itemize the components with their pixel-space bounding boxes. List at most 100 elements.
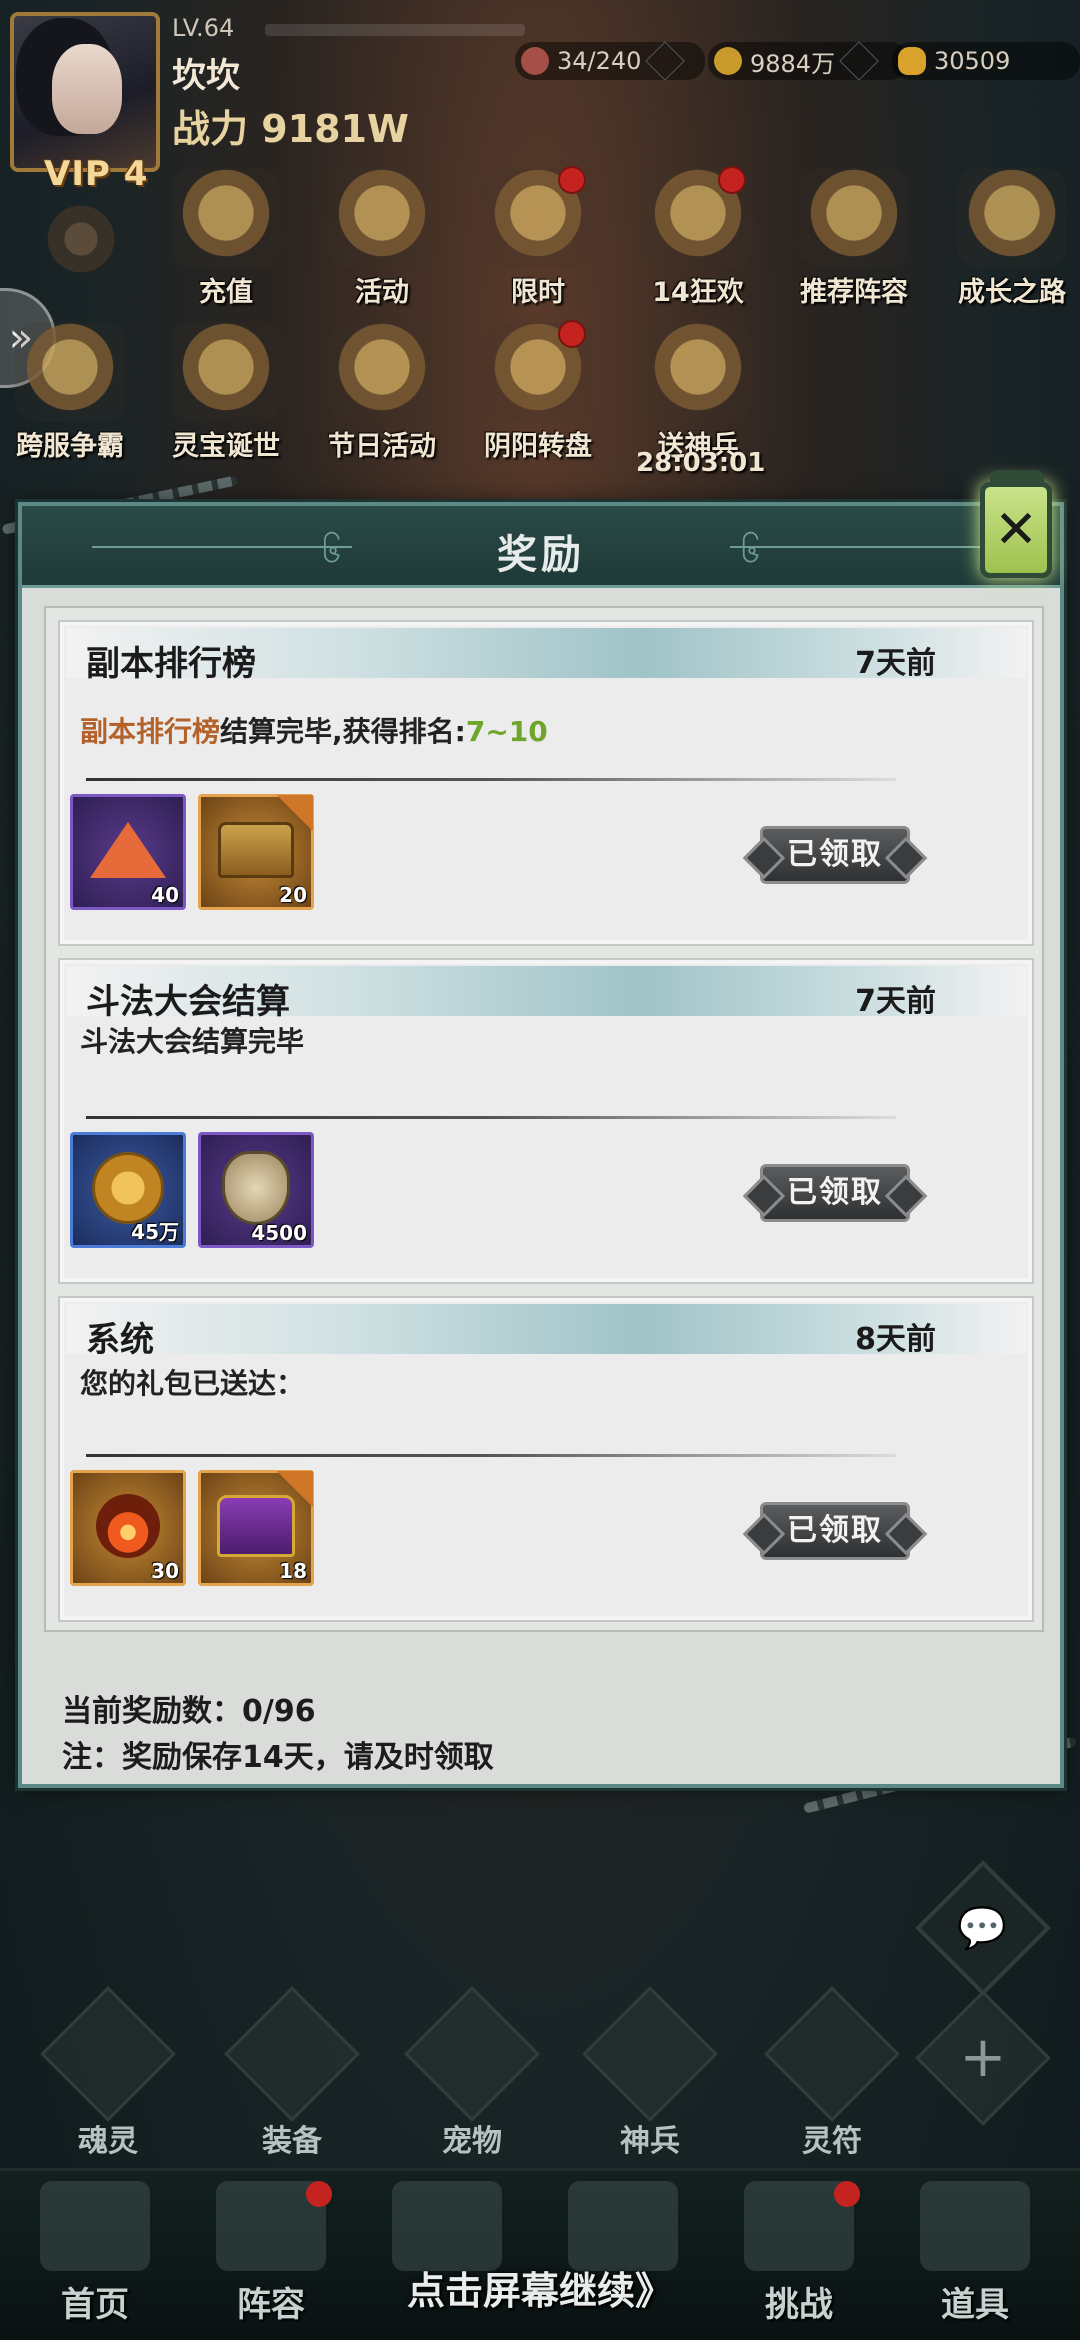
reward-item[interactable]: 4500 xyxy=(198,1132,314,1248)
soul-icon xyxy=(40,1986,176,2122)
item-count: 45万 xyxy=(131,1220,179,1244)
reward-time: 7天前 xyxy=(855,646,936,681)
func-equipment[interactable]: 装备 xyxy=(222,1986,362,2159)
activity-label: 阴阳转盘 xyxy=(484,431,592,462)
claimed-button[interactable]: 已领取 xyxy=(760,826,910,884)
player-name: 坎坎 xyxy=(172,56,240,96)
activity-label: 充值 xyxy=(199,277,253,308)
festival-icon xyxy=(327,322,437,422)
equipment-icon xyxy=(224,1986,360,2122)
more-button[interactable]: + xyxy=(915,1990,1051,2126)
activity-event[interactable]: 活动 xyxy=(312,168,452,318)
reward-card: 副本排行榜 7天前 副本排行榜结算完毕,获得排名:7~10 40 20 已领取 xyxy=(58,620,1034,946)
notification-badge xyxy=(834,2181,860,2207)
activity-label: 跨服争霸 xyxy=(16,431,124,462)
dialog-header: ၆ 奖励 ၆ xyxy=(22,506,1060,588)
item-count: 40 xyxy=(151,883,179,907)
copper-value: 9884万 xyxy=(750,49,836,78)
message-highlight: 副本排行榜 xyxy=(80,715,221,748)
reward-list[interactable]: 副本排行榜 7天前 副本排行榜结算完毕,获得排名:7~10 40 20 已领取 … xyxy=(44,606,1044,1632)
gold-ingot-icon xyxy=(898,47,926,75)
activity-cross-server[interactable]: 跨服争霸 xyxy=(0,322,140,472)
sword-icon xyxy=(582,1986,718,2122)
swirl-ornament-icon: ၆ xyxy=(740,531,760,571)
activity-limited[interactable]: 限时 xyxy=(468,166,608,318)
reward-item[interactable]: 45万 xyxy=(70,1132,186,1248)
reward-item[interactable]: 20 xyxy=(198,794,314,910)
activity-recommended-lineup[interactable]: 推荐阵容 xyxy=(784,168,924,318)
func-pet[interactable]: 宠物 xyxy=(402,1986,542,2159)
chat-bubble-icon: 💬 xyxy=(957,1905,1008,1952)
plus-icon: + xyxy=(959,2025,1007,2090)
activity-yin-yang-wheel[interactable]: 阴阳转盘 xyxy=(468,320,608,472)
reward-message: 您的礼包已送达： xyxy=(80,1367,305,1400)
reward-card-header: 斗法大会结算 7天前 xyxy=(66,966,1026,1022)
reward-title: 系统 xyxy=(86,1320,154,1360)
message-rank: 7~10 xyxy=(465,715,548,748)
activity-festival[interactable]: 节日活动 xyxy=(312,322,452,472)
dialog-title: 奖励 xyxy=(497,532,585,578)
func-label: 装备 xyxy=(262,2124,322,2159)
claimed-button[interactable]: 已领取 xyxy=(760,1502,910,1560)
close-button[interactable]: ✕ xyxy=(976,470,1056,590)
reward-time: 8天前 xyxy=(855,1322,936,1357)
func-label: 宠物 xyxy=(442,2124,502,2159)
lantern-cap xyxy=(990,470,1044,486)
reward-item[interactable]: 30 xyxy=(70,1470,186,1586)
bag-icon xyxy=(920,2181,1030,2271)
func-divine-weapon[interactable]: 神兵 xyxy=(580,1986,720,2159)
guild-emblem-icon[interactable] xyxy=(42,200,120,278)
activity-spirit-treasure[interactable]: 灵宝诞世 xyxy=(156,322,296,472)
reward-message: 副本排行榜结算完毕,获得排名:7~10 xyxy=(80,710,548,750)
stamina-icon xyxy=(521,47,549,75)
player-avatar[interactable]: VIP 4 xyxy=(10,12,160,194)
item-count: 4500 xyxy=(251,1221,307,1245)
tap-to-continue[interactable]: 点击屏幕继续》 xyxy=(0,2260,1080,2315)
copper-coin-icon xyxy=(714,47,742,75)
activity-recharge[interactable]: 充值 xyxy=(156,168,296,318)
cross-server-icon xyxy=(15,322,125,422)
resource-stamina: 34/240 xyxy=(515,41,705,81)
activity-label: 灵宝诞世 xyxy=(172,431,280,462)
func-soul[interactable]: 魂灵 xyxy=(38,1986,178,2159)
close-icon: ✕ xyxy=(980,482,1052,578)
reward-message: 斗法大会结算完毕 xyxy=(80,1025,305,1058)
reward-item[interactable]: 40 xyxy=(70,794,186,910)
reward-card: 斗法大会结算 7天前 斗法大会结算完毕 45万 4500 已领取 xyxy=(58,958,1034,1284)
divider xyxy=(86,778,896,781)
item-count: 30 xyxy=(151,1559,179,1583)
pyramid-crystal-icon xyxy=(90,821,166,878)
add-copper-button[interactable] xyxy=(839,41,879,81)
activity-label: 成长之路 xyxy=(958,277,1066,308)
activity-growth-path[interactable]: 成长之路 xyxy=(942,168,1080,318)
add-stamina-button[interactable] xyxy=(645,41,686,81)
divine-weapon-icon xyxy=(643,322,753,422)
gold-value: 30509 xyxy=(934,47,1011,75)
reward-count: 当前奖励数：0/96 xyxy=(62,1694,316,1729)
event-timer: 28:03:01 xyxy=(636,448,766,478)
purple-chest-icon xyxy=(217,1494,295,1557)
reward-time: 7天前 xyxy=(855,984,936,1019)
reward-card-header: 副本排行榜 7天前 xyxy=(66,628,1026,684)
combat-power: 战力 9181W xyxy=(172,107,409,151)
notification-badge xyxy=(718,166,746,194)
avatar-portrait xyxy=(52,44,122,134)
activity-carnival[interactable]: 14狂欢 xyxy=(628,166,768,318)
resource-copper: 9884万 xyxy=(708,41,908,81)
claimed-button[interactable]: 已领取 xyxy=(760,1164,910,1222)
chat-button[interactable]: 💬 xyxy=(915,1860,1051,1996)
reward-item[interactable]: 18 xyxy=(198,1470,314,1586)
notification-badge xyxy=(306,2181,332,2207)
crest-shield-icon xyxy=(222,1150,290,1225)
func-label: 神兵 xyxy=(620,2124,680,2159)
notification-badge xyxy=(558,166,586,194)
fire-orb-icon xyxy=(96,1493,160,1558)
item-count: 18 xyxy=(279,1559,307,1583)
func-talisman[interactable]: 灵符 xyxy=(762,1986,902,2159)
player-level: LV.64 xyxy=(172,14,235,42)
recharge-icon xyxy=(171,168,281,268)
recommended-lineup-icon xyxy=(799,168,909,268)
notification-badge xyxy=(558,320,586,348)
crossed-swords-icon xyxy=(568,2181,678,2271)
weapon-icon xyxy=(392,2181,502,2271)
